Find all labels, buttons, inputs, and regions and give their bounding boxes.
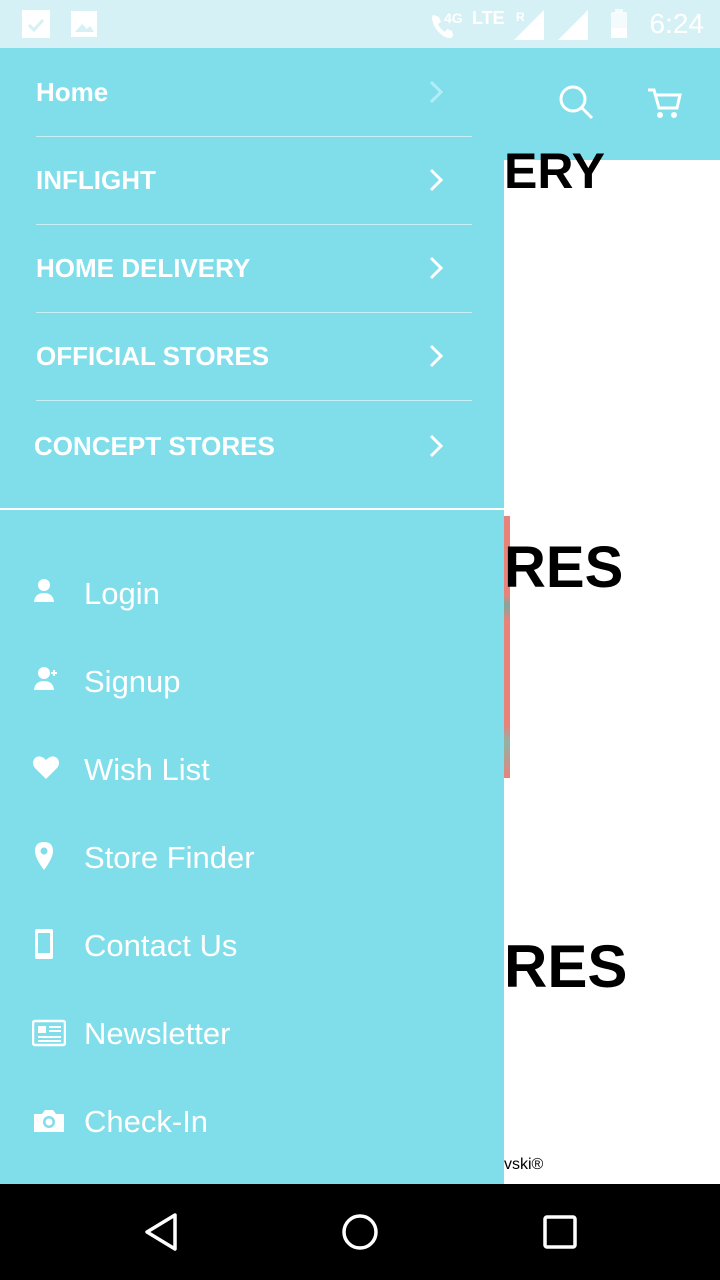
drawer-item-check-in[interactable]: Check-In [0, 1078, 504, 1166]
checklist-notification-icon [22, 10, 50, 38]
drawer-item-label: Login [84, 576, 160, 611]
drawer-item-label: Signup [84, 664, 181, 699]
phone-icon [35, 929, 53, 959]
drawer-item-home[interactable]: Home [36, 48, 472, 137]
heart-icon [33, 756, 59, 779]
newspaper-icon [32, 1019, 66, 1047]
drawer-item-label: HOME DELIVERY [36, 253, 251, 283]
drawer-item-label: CONCEPT STORES [34, 431, 275, 461]
user-icon [34, 579, 54, 602]
drawer-item-label: Check-In [84, 1104, 209, 1139]
clock: 6:24 [649, 8, 705, 39]
home-icon[interactable] [340, 1212, 380, 1252]
drawer-item-contact-us[interactable]: Contact Us [0, 902, 504, 990]
background-heading: ERY [504, 143, 605, 199]
chevron-right-icon [429, 256, 444, 280]
chevron-right-icon [429, 434, 444, 458]
background-footer-text: vski® [504, 1156, 544, 1173]
drawer-item-label: OFFICIAL STORES [36, 341, 270, 371]
drawer-item-label: Contact Us [84, 928, 238, 963]
background-heading: RES [504, 535, 624, 600]
chevron-right-icon [429, 80, 444, 104]
network-lte-label: LTE [472, 8, 505, 28]
drawer-item-label: Store Finder [84, 840, 255, 875]
status-bar: 4G LTE R 6:24 [0, 0, 720, 48]
network-4g-label: 4G [444, 10, 463, 26]
battery-icon [611, 9, 627, 38]
search-icon[interactable] [558, 84, 594, 120]
drawer-item-store-finder[interactable]: Store Finder [0, 814, 504, 902]
drawer-item-concept-stores[interactable]: CONCEPT STORES [34, 402, 470, 490]
drawer-item-official-stores[interactable]: OFFICIAL STORES [36, 312, 472, 401]
drawer-item-home-delivery[interactable]: HOME DELIVERY [36, 224, 472, 313]
image-notification-icon [71, 11, 97, 37]
camera-icon [34, 1110, 64, 1132]
back-icon[interactable] [142, 1212, 180, 1252]
map-pin-icon [35, 842, 53, 870]
drawer-item-newsletter[interactable]: Newsletter [0, 990, 504, 1078]
drawer-item-inflight[interactable]: INFLIGHT [36, 136, 472, 225]
drawer-item-label: Newsletter [84, 1016, 231, 1051]
user-add-icon [34, 667, 57, 690]
drawer-item-login[interactable]: Login [0, 550, 504, 638]
drawer-item-label: Wish List [84, 752, 210, 787]
signal-lte-icon [514, 10, 544, 40]
chevron-right-icon [429, 168, 444, 192]
background-heading: RES [504, 933, 628, 1000]
drawer-item-label: INFLIGHT [36, 165, 156, 195]
cart-icon[interactable] [646, 86, 682, 120]
chevron-right-icon [429, 344, 444, 368]
drawer-item-label: Home [36, 77, 109, 107]
navigation-drawer: Home INFLIGHT HOME DELIVERY OFFICIAL STO… [0, 48, 504, 1184]
system-navigation-bar [0, 1184, 720, 1280]
drawer-item-signup[interactable]: Signup [0, 638, 504, 726]
signal-icon [558, 10, 588, 40]
drawer-item-wish-list[interactable]: Wish List [0, 726, 504, 814]
recents-icon[interactable] [542, 1214, 578, 1250]
drawer-divider [0, 508, 504, 510]
